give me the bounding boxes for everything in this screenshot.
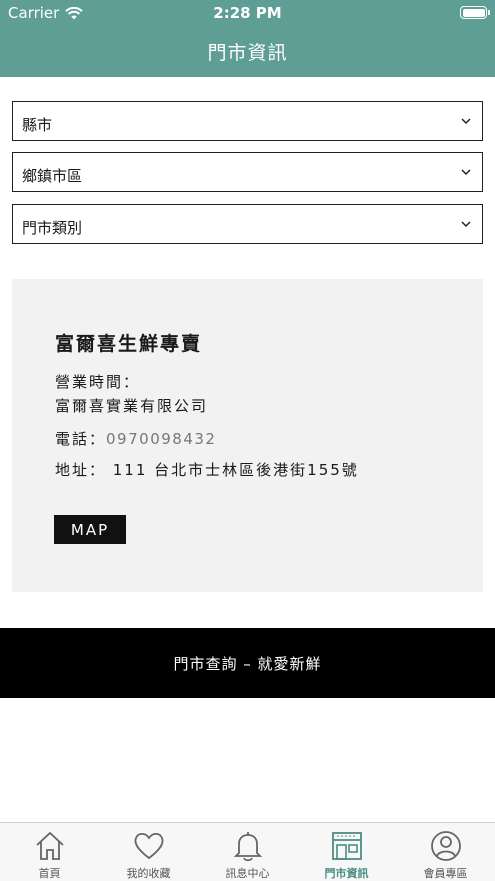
bell-icon (233, 832, 262, 862)
status-time: 2:28 PM (213, 4, 282, 22)
tab-bar: 首頁 我的收藏 訊息中心 門市資訊 會員專區 (0, 822, 495, 881)
store-phone-number[interactable]: 0970098432 (106, 430, 216, 448)
status-bar: Carrier 2:28 PM (0, 0, 495, 26)
county-select[interactable]: 縣市 (12, 101, 483, 141)
footer-banner: 門市查詢 – 就愛新鮮 (0, 628, 495, 698)
tab-stores-label: 門市資訊 (324, 867, 369, 880)
township-select-label: 鄉鎮市區 (22, 167, 83, 185)
tab-member[interactable]: 會員專區 (396, 823, 495, 881)
county-select-label: 縣市 (22, 116, 53, 134)
tab-stores[interactable]: 門市資訊 (297, 823, 396, 881)
tab-home-label: 首頁 (38, 867, 61, 880)
township-select[interactable]: 鄉鎮市區 (12, 152, 483, 192)
tab-home[interactable]: 首頁 (0, 823, 99, 881)
store-company: 富爾喜實業有限公司 (55, 397, 209, 415)
chevron-down-icon (461, 221, 471, 228)
category-select[interactable]: 門市類別 (12, 204, 483, 244)
tab-messages-label: 訊息中心 (225, 867, 270, 880)
store-name: 富爾喜生鮮專賣 (55, 333, 203, 355)
store-phone: 電話：0970098432 (55, 428, 216, 449)
battery-icon (460, 6, 490, 19)
tab-messages[interactable]: 訊息中心 (198, 823, 297, 881)
store-hours-label: 營業時間： (55, 373, 141, 391)
store-icon (331, 832, 362, 860)
page-title: 門市資訊 (207, 42, 288, 64)
home-icon (35, 831, 64, 860)
app-header: Carrier 2:28 PM 門市資訊 (0, 0, 495, 77)
tab-favorites-label: 我的收藏 (126, 867, 171, 880)
user-icon (430, 831, 461, 861)
heart-icon (134, 832, 163, 860)
tab-member-label: 會員專區 (423, 867, 468, 880)
chevron-down-icon (461, 169, 471, 176)
tab-favorites[interactable]: 我的收藏 (99, 823, 198, 881)
chevron-down-icon (461, 118, 471, 125)
category-select-label: 門市類別 (22, 219, 83, 237)
store-phone-label: 電話： (55, 430, 107, 448)
store-card: 富爾喜生鮮專賣 營業時間： 富爾喜實業有限公司 電話：0970098432 地址… (12, 279, 483, 592)
map-button[interactable]: MAP (54, 515, 126, 544)
store-address: 地址： 111 台北市士林區後港街155號 (55, 461, 359, 479)
